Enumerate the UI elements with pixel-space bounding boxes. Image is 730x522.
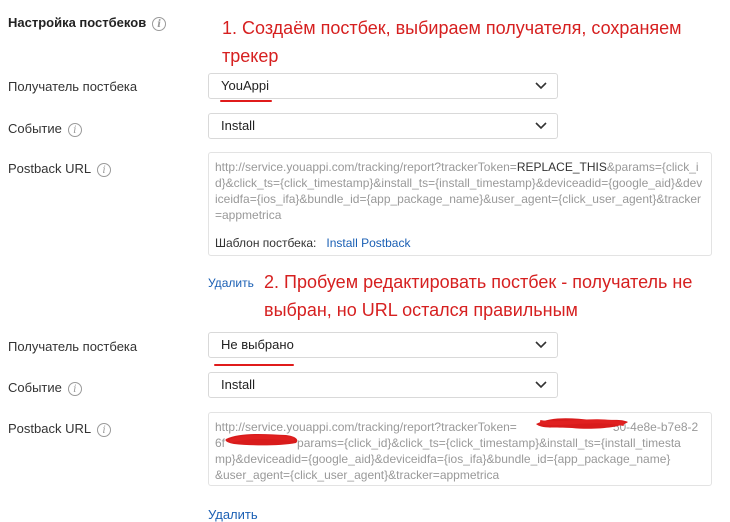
section-title: Настройка постбеков i bbox=[8, 15, 167, 31]
info-icon[interactable]: i bbox=[97, 162, 112, 177]
url-part1: http://service.youappi.com/tracking/repo… bbox=[215, 160, 517, 174]
recipient-select-1[interactable]: YouAppi bbox=[208, 73, 558, 99]
delete-link-2[interactable]: Удалить bbox=[208, 507, 258, 522]
url-label-2: Postback URL i bbox=[8, 421, 112, 437]
postback-url-field-2[interactable]: http://service.youappi.com/tracking/repo… bbox=[208, 412, 712, 486]
url-label-2-text: Postback URL bbox=[8, 421, 92, 436]
template-label: Шаблон постбека: bbox=[215, 236, 317, 250]
template-row: Шаблон постбека: Install Postback bbox=[215, 235, 705, 251]
redaction-scribble-1 bbox=[536, 418, 628, 429]
recipient-select-2[interactable]: Не выбрано bbox=[208, 332, 558, 358]
annotation-step1-line1: 1. Создаём постбек, выбираем получателя,… bbox=[222, 18, 682, 38]
template-link[interactable]: Install Postback bbox=[326, 236, 410, 250]
info-icon[interactable]: i bbox=[97, 422, 112, 437]
info-icon[interactable]: i bbox=[67, 381, 82, 396]
recipient-label-2: Получатель постбека bbox=[8, 339, 138, 354]
event-select-1[interactable]: Install bbox=[208, 113, 558, 139]
event-label-2-text: Событие bbox=[8, 380, 62, 395]
annotation-step2-line1: 2. Пробуем редактировать постбек - получ… bbox=[264, 272, 693, 292]
url2-line4: &user_agent={click_user_agent}&tracker=a… bbox=[215, 468, 500, 482]
chevron-down-icon bbox=[535, 82, 547, 90]
annotation-step1: 1. Создаём постбек, выбираем получателя,… bbox=[222, 14, 682, 70]
section-title-text: Настройка постбеков bbox=[8, 15, 147, 30]
url2-line3: mp}&deviceadid={google_aid}&deviceidfa={… bbox=[215, 452, 671, 466]
event-select-2-value: Install bbox=[221, 377, 255, 392]
info-icon[interactable]: i bbox=[152, 16, 167, 31]
annotation-step1-line2: трекер bbox=[222, 46, 279, 66]
event-label-1: Событие i bbox=[8, 121, 82, 137]
annotation-step2-line2: выбран, но URL остался правильным bbox=[264, 300, 578, 320]
postback-url-field-1[interactable]: http://service.youappi.com/tracking/repo… bbox=[208, 152, 712, 256]
event-select-1-value: Install bbox=[221, 118, 255, 133]
event-select-2[interactable]: Install bbox=[208, 372, 558, 398]
postback-url-1-text: http://service.youappi.com/tracking/repo… bbox=[215, 159, 703, 223]
red-underline-1 bbox=[220, 100, 272, 102]
recipient-select-2-value: Не выбрано bbox=[221, 337, 294, 352]
url-label-1: Postback URL i bbox=[8, 161, 112, 177]
redaction-scribble-2 bbox=[225, 433, 298, 446]
delete-link-1[interactable]: Удалить bbox=[208, 276, 254, 290]
annotation-step2: 2. Пробуем редактировать постбек - получ… bbox=[264, 268, 692, 324]
recipient-select-1-value: YouAppi bbox=[221, 78, 269, 93]
event-label-2: Событие i bbox=[8, 380, 82, 396]
chevron-down-icon bbox=[535, 381, 547, 389]
chevron-down-icon bbox=[535, 341, 547, 349]
recipient-label-1: Получатель постбека bbox=[8, 79, 138, 94]
info-icon[interactable]: i bbox=[67, 122, 82, 137]
url2-line2-tail: params={click_id}&click_ts={click_timest… bbox=[297, 436, 681, 450]
url-token: REPLACE_THIS bbox=[516, 160, 607, 174]
chevron-down-icon bbox=[535, 122, 547, 130]
url-label-1-text: Postback URL bbox=[8, 161, 92, 176]
red-underline-2 bbox=[214, 364, 294, 366]
event-label-1-text: Событие bbox=[8, 121, 62, 136]
